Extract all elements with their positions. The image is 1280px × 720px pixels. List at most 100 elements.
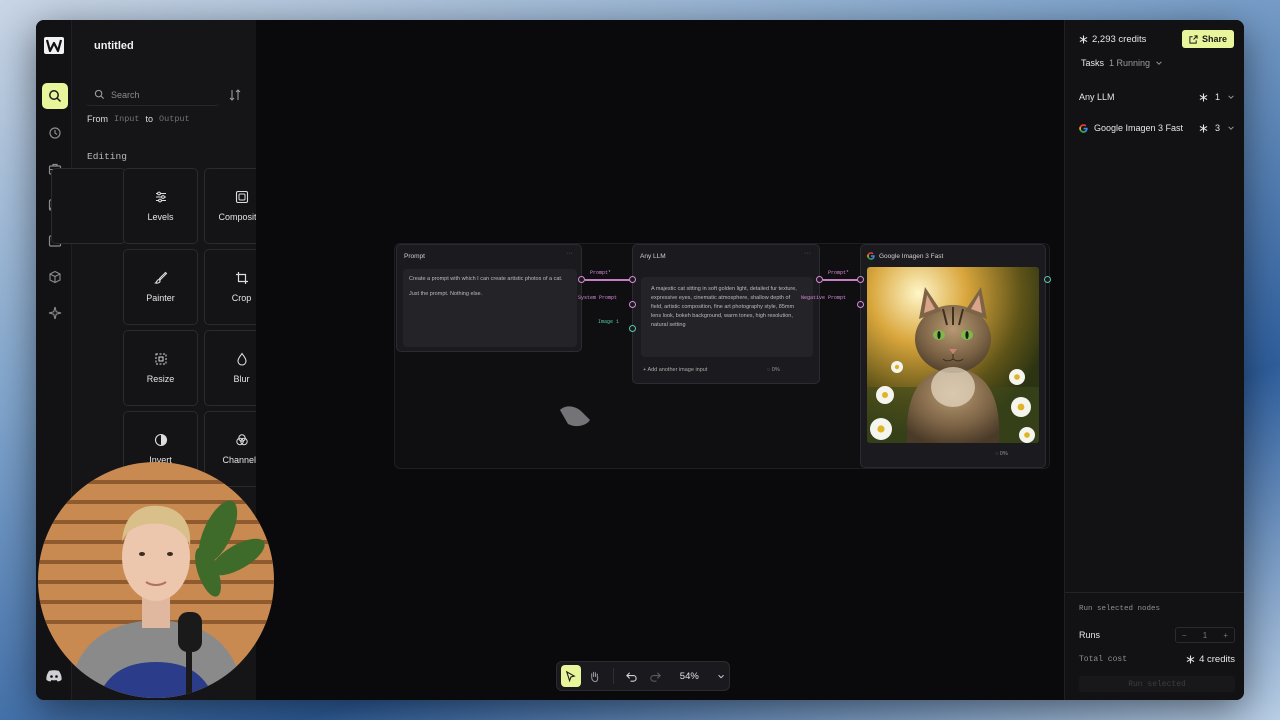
3d-rail-button[interactable] — [42, 264, 68, 290]
llm-output-text: A majestic cat sitting in soft golden li… — [641, 277, 813, 357]
channels-icon — [235, 434, 248, 446]
right-panel: 2,293 credits Share Tasks 1 Running Any … — [1064, 20, 1244, 700]
tasks-status: 1 Running — [1109, 58, 1151, 68]
sort-icon[interactable] — [228, 88, 242, 102]
llm-input-system-port[interactable] — [629, 301, 636, 308]
prompt-node[interactable]: Prompt ··· Create a prompt with which I … — [396, 244, 582, 352]
pan-tool-button[interactable] — [585, 665, 605, 687]
search-box[interactable] — [86, 84, 220, 106]
tool-painter[interactable]: Painter — [123, 249, 198, 325]
filter-input-chip[interactable]: Input — [114, 114, 140, 124]
tool-label: Levels — [147, 212, 174, 222]
tool-resize[interactable]: Resize — [123, 330, 198, 406]
runs-label: Runs — [1079, 630, 1101, 640]
crop-icon — [235, 272, 248, 284]
imagen-input-prompt-label: Prompt* — [828, 270, 850, 276]
imagen-output-port[interactable] — [1044, 276, 1051, 283]
logo-icon[interactable] — [44, 37, 64, 54]
search-icon — [49, 90, 62, 103]
chevron-down-icon — [1228, 95, 1234, 99]
plus-icon[interactable]: + — [1223, 631, 1228, 640]
imagen-progress: ◌ 0% — [995, 451, 1008, 457]
discord-icon[interactable] — [46, 670, 62, 682]
cat-image-illustration — [867, 267, 1039, 443]
asterisk-icon — [1199, 92, 1208, 102]
imagen-input-negative-label: Negative Prompt — [801, 295, 847, 301]
search-input[interactable] — [111, 89, 211, 100]
history-icon — [49, 127, 61, 139]
imagen-progress-value: 0% — [999, 451, 1008, 457]
run-selected-button[interactable]: Run selected — [1079, 676, 1235, 692]
google-icon — [1079, 123, 1088, 133]
minus-icon[interactable]: − — [1182, 631, 1187, 640]
pointer-icon — [566, 670, 577, 682]
node-menu-icon[interactable]: ··· — [804, 250, 811, 257]
llm-input-prompt-label: Prompt* — [590, 270, 612, 276]
llm-output-port[interactable] — [816, 276, 823, 283]
tasks-dropdown[interactable]: Tasks 1 Running — [1081, 58, 1163, 68]
cube-icon — [49, 270, 61, 284]
tool-label: Channels — [222, 455, 261, 465]
select-tool-button[interactable] — [561, 665, 581, 687]
prompt-text-line1: Create a prompt with which I can create … — [409, 276, 563, 282]
panel-divider — [1065, 592, 1244, 593]
model-row-google-imagen[interactable]: Google Imagen 3 Fast 3 — [1079, 123, 1235, 133]
connection-wire[interactable] — [823, 279, 859, 281]
blur-icon — [236, 352, 247, 366]
prompt-textarea[interactable]: Create a prompt with which I can create … — [403, 269, 577, 347]
imagen-input-negative-port[interactable] — [857, 301, 864, 308]
zoom-level[interactable]: 54% — [680, 671, 699, 682]
section-label-editing: Editing — [87, 151, 127, 162]
total-cost-label: Total cost — [1079, 655, 1128, 664]
toolbar-divider — [612, 668, 614, 684]
filter-to-label: to — [145, 114, 154, 124]
tool-label: Blur — [233, 374, 250, 384]
any-llm-node[interactable]: Any LLM ··· A majestic cat sitting in so… — [632, 244, 820, 384]
node-title: Any LLM — [640, 253, 666, 260]
invert-icon — [154, 433, 167, 447]
history-rail-button[interactable] — [42, 120, 68, 146]
llm-input-prompt-port[interactable] — [629, 276, 636, 283]
generated-cat-image[interactable] — [867, 267, 1039, 443]
presenter-video — [38, 462, 274, 698]
tool-levels[interactable]: Levels — [123, 168, 198, 244]
undo-button[interactable] — [622, 665, 642, 687]
model-count: 3 — [1214, 123, 1220, 133]
prompt-output-port[interactable] — [578, 276, 585, 283]
asterisk-icon — [1186, 655, 1195, 664]
grab-cursor-icon — [560, 406, 590, 427]
sparkle-rail-button[interactable] — [42, 300, 68, 326]
painter-icon — [153, 271, 167, 284]
sparkle-icon — [48, 306, 62, 320]
webcam-overlay — [38, 462, 274, 698]
runs-stepper[interactable]: − 1 + — [1175, 627, 1235, 643]
runs-row: Runs − 1 + — [1079, 627, 1235, 643]
connection-wire[interactable] — [585, 279, 633, 281]
tool-label: Painter — [146, 293, 175, 303]
add-image-label: Add another image input — [647, 367, 708, 373]
search-rail-button[interactable] — [42, 83, 68, 109]
io-filter: From Input to Output — [87, 114, 190, 124]
canvas-toolbar: 54% — [556, 661, 730, 691]
node-title: Google Imagen 3 Fast — [879, 253, 944, 260]
asterisk-icon — [1199, 123, 1208, 133]
redo-button[interactable] — [646, 665, 666, 687]
runs-value: 1 — [1202, 630, 1208, 640]
llm-progress-value: 0% — [771, 367, 780, 373]
prompt-text-line2: Just the prompt. Nothing else. — [409, 291, 483, 297]
total-cost-value: 4 credits — [1199, 654, 1235, 665]
search-icon — [94, 89, 105, 100]
share-button[interactable]: Share — [1182, 30, 1234, 48]
llm-input-image-port[interactable] — [629, 325, 636, 332]
node-menu-icon[interactable]: ··· — [566, 250, 573, 257]
workflow-canvas[interactable]: Prompt ··· Create a prompt with which I … — [256, 20, 1064, 700]
chevron-down-icon — [1156, 61, 1162, 65]
share-icon — [1189, 34, 1198, 44]
filter-output-chip[interactable]: Output — [159, 114, 190, 124]
imagen-node[interactable]: Google Imagen 3 Fast ◌ 0% — [860, 244, 1046, 468]
chevron-down-icon[interactable] — [717, 672, 725, 681]
add-image-input-button[interactable]: + Add another image input — [643, 367, 707, 373]
model-row-any-llm[interactable]: Any LLM 1 — [1079, 92, 1235, 102]
imagen-input-prompt-port[interactable] — [857, 276, 864, 283]
project-title[interactable]: untitled — [94, 40, 134, 52]
